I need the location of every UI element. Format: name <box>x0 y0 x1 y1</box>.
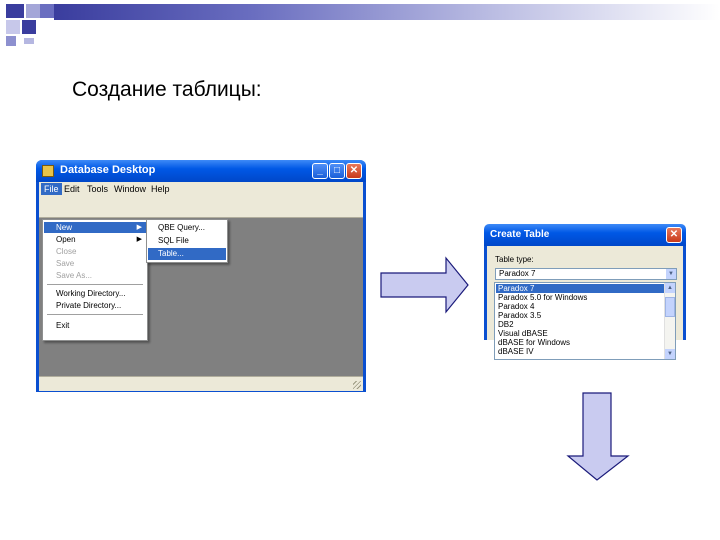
menu-item-close[interactable]: Close <box>44 246 146 257</box>
list-item[interactable]: Visual dBASE <box>496 329 666 338</box>
decor-square <box>24 38 34 44</box>
list-item[interactable]: dBASE for Windows <box>496 338 666 347</box>
maximize-button[interactable]: □ <box>329 163 345 179</box>
menu-edit[interactable]: Edit <box>61 183 83 195</box>
dialog-close-button[interactable]: ✕ <box>666 227 682 243</box>
database-desktop-window: Database Desktop _ □ ✕ File Edit Tools W… <box>36 160 366 392</box>
window-title-bar[interactable]: Database Desktop _ □ ✕ <box>36 160 366 182</box>
decor-square <box>6 36 16 46</box>
new-submenu: QBE Query... SQL File Table... <box>146 219 228 263</box>
scroll-thumb[interactable] <box>665 297 675 317</box>
decor-square <box>6 4 24 18</box>
window-title: Database Desktop <box>60 164 156 176</box>
menu-item-label: New <box>56 223 73 232</box>
table-type-dropdown-list: Paradox 7 Paradox 5.0 for Windows Parado… <box>494 282 676 360</box>
submenu-arrow-icon: ▶ <box>136 236 142 243</box>
close-button[interactable]: ✕ <box>346 163 362 179</box>
app-icon <box>42 165 54 177</box>
menu-item-working-directory[interactable]: Working Directory... <box>44 288 146 299</box>
menu-bar: File Edit Tools Window Help <box>39 182 363 197</box>
table-type-value: Paradox 7 <box>499 269 536 278</box>
down-arrow-icon <box>566 392 630 481</box>
menu-tools[interactable]: Tools <box>84 183 111 195</box>
menu-item-label: Save <box>56 259 75 268</box>
menu-item-label: Open <box>56 235 76 244</box>
decor-square <box>26 4 40 18</box>
menu-window[interactable]: Window <box>111 183 149 195</box>
slide-title: Создание таблицы: <box>72 78 262 101</box>
scroll-up-icon[interactable]: ▲ <box>665 283 675 293</box>
menu-item-label: Close <box>56 247 77 256</box>
submenu-arrow-icon: ▶ <box>136 224 142 231</box>
menu-help[interactable]: Help <box>148 183 173 195</box>
menu-file[interactable]: File <box>41 183 62 195</box>
list-item[interactable]: Paradox 5.0 for Windows <box>496 293 666 302</box>
menu-item-label: Save As... <box>56 271 93 280</box>
decor-square <box>22 20 36 34</box>
window-body: File Edit Tools Window Help New ▶ Open ▶… <box>39 182 363 391</box>
submenu-item-qbe-query[interactable]: QBE Query... <box>148 222 226 234</box>
list-item[interactable]: Paradox 4 <box>496 302 666 311</box>
resize-grip[interactable] <box>353 381 361 389</box>
menu-item-save[interactable]: Save <box>44 258 146 269</box>
menu-item-label: Working Directory... <box>56 289 126 298</box>
menu-separator <box>47 284 143 285</box>
menu-separator <box>47 314 143 315</box>
decor-square <box>40 4 54 18</box>
file-menu-dropdown: New ▶ Open ▶ Close Save Save As... Worki… <box>42 219 148 341</box>
scroll-down-icon[interactable]: ▼ <box>665 349 675 359</box>
table-type-label: Table type: <box>495 255 534 264</box>
minimize-button[interactable]: _ <box>312 163 328 179</box>
menu-item-exit[interactable]: Exit <box>44 320 146 331</box>
menu-item-label: Private Directory... <box>56 301 122 310</box>
menu-item-new[interactable]: New ▶ <box>44 222 146 233</box>
menu-item-label: Exit <box>56 321 70 330</box>
dialog-title-bar[interactable]: Create Table ✕ <box>484 224 686 246</box>
list-item[interactable]: DB2 <box>496 320 666 329</box>
list-item[interactable]: Paradox 3.5 <box>496 311 666 320</box>
decor-square <box>6 20 20 34</box>
chevron-down-icon[interactable]: ▼ <box>666 269 676 279</box>
toolbar <box>39 197 363 218</box>
list-item[interactable]: dBASE IV <box>496 347 666 356</box>
header-gradient-bar <box>54 4 720 20</box>
table-type-select[interactable]: Paradox 7 ▼ <box>495 268 677 280</box>
menu-item-open[interactable]: Open ▶ <box>44 234 146 245</box>
menu-item-private-directory[interactable]: Private Directory... <box>44 300 146 311</box>
menu-item-save-as[interactable]: Save As... <box>44 270 146 281</box>
list-item[interactable]: Paradox 7 <box>496 284 666 293</box>
dialog-title: Create Table <box>490 229 550 240</box>
right-arrow-icon <box>380 256 469 314</box>
list-scrollbar[interactable]: ▲ ▼ <box>664 283 675 359</box>
status-bar <box>39 376 363 391</box>
submenu-item-sql-file[interactable]: SQL File <box>148 235 226 247</box>
submenu-item-table[interactable]: Table... <box>148 248 226 260</box>
